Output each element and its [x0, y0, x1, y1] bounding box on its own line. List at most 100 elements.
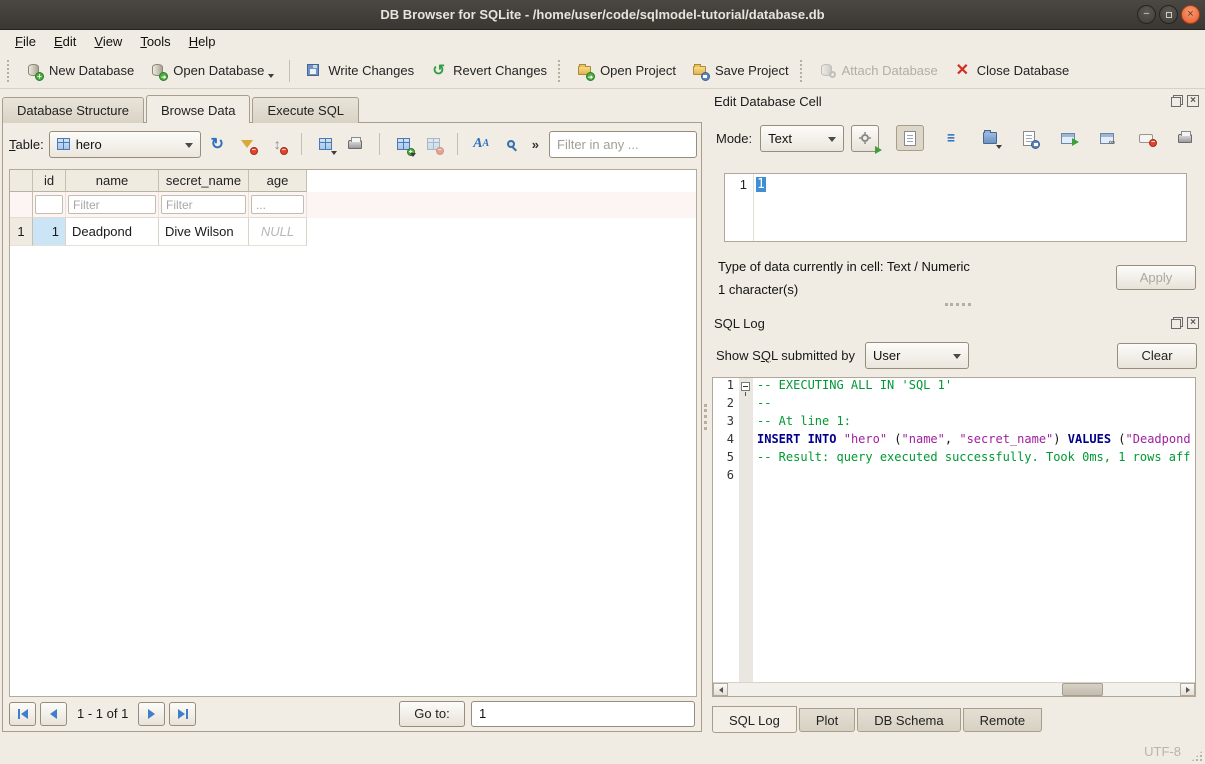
- encoding-indicator[interactable]: UTF-8: [1144, 744, 1181, 759]
- cell-id[interactable]: 1: [33, 218, 66, 246]
- find-in-table-button[interactable]: [498, 131, 525, 158]
- open-file-icon: [983, 132, 997, 144]
- last-record-button[interactable]: [169, 702, 196, 726]
- column-header-secret-name[interactable]: secret_name: [159, 170, 249, 192]
- clear-log-button[interactable]: Clear: [1117, 343, 1197, 369]
- open-database-caret-icon[interactable]: [268, 74, 274, 78]
- resize-grip-icon[interactable]: [1191, 750, 1203, 762]
- toolbar-drag-handle[interactable]: [800, 60, 805, 82]
- menu-file[interactable]: File: [6, 31, 45, 52]
- insert-record-button[interactable]: [390, 131, 417, 158]
- scrollbar-track[interactable]: [728, 683, 1180, 696]
- sql-log-view[interactable]: 1 -- EXECUTING ALL IN 'SQL 1' 2 -- 3 -- …: [712, 377, 1196, 697]
- first-icon: [21, 709, 28, 719]
- editor-content[interactable]: 1: [756, 177, 766, 192]
- export-data-button[interactable]: [1017, 126, 1041, 150]
- refresh-button[interactable]: ↻: [204, 131, 231, 158]
- set-null-button[interactable]: [1134, 126, 1158, 150]
- cell-editor[interactable]: 1 1: [724, 173, 1187, 242]
- log-horizontal-scrollbar[interactable]: [713, 682, 1195, 696]
- scroll-right-button[interactable]: [1180, 683, 1195, 696]
- column-header-id[interactable]: id: [33, 170, 66, 192]
- dock-close-icon[interactable]: [1187, 95, 1199, 107]
- filter-input-age[interactable]: [251, 195, 304, 214]
- tab-execute-sql[interactable]: Execute SQL: [252, 97, 359, 123]
- scroll-left-button[interactable]: [713, 683, 728, 696]
- print-cell-button[interactable]: [1173, 126, 1197, 150]
- minimize-button[interactable]: −: [1137, 5, 1156, 24]
- mode-select[interactable]: Text: [760, 125, 844, 152]
- toolbar-drag-handle[interactable]: [558, 60, 563, 82]
- clear-sorting-button[interactable]: ↕: [264, 131, 291, 158]
- tab-db-schema[interactable]: DB Schema: [857, 708, 960, 732]
- filter-input-name[interactable]: [68, 195, 156, 214]
- maximize-button[interactable]: [1159, 5, 1178, 24]
- tab-browse-data[interactable]: Browse Data: [146, 95, 250, 123]
- tab-sql-log[interactable]: SQL Log: [712, 706, 797, 733]
- cell-secret-name[interactable]: Dive Wilson: [159, 218, 249, 246]
- clear-filters-button[interactable]: [234, 131, 261, 158]
- menu-edit[interactable]: Edit: [45, 31, 85, 52]
- close-database-button[interactable]: ✕ Close Database: [946, 57, 1078, 84]
- fold-marker-icon[interactable]: [741, 382, 750, 391]
- titlebar[interactable]: DB Browser for SQLite - /home/user/code/…: [0, 0, 1205, 30]
- dock-close-icon[interactable]: [1187, 317, 1199, 329]
- row-header[interactable]: 1: [10, 218, 33, 246]
- cell-age[interactable]: NULL: [249, 218, 307, 246]
- word-wrap-button[interactable]: ≡: [939, 126, 963, 150]
- save-project-button[interactable]: Save Project: [684, 57, 797, 84]
- column-header-age[interactable]: age: [249, 170, 307, 192]
- open-in-external-button[interactable]: [1056, 126, 1080, 150]
- corner-header[interactable]: [10, 170, 33, 192]
- tab-plot[interactable]: Plot: [799, 708, 855, 732]
- tab-database-structure[interactable]: Database Structure: [2, 97, 144, 123]
- previous-record-button[interactable]: [40, 702, 67, 726]
- new-database-button[interactable]: New Database: [18, 57, 142, 84]
- menu-help[interactable]: Help: [180, 31, 225, 52]
- scrollbar-thumb[interactable]: [1062, 683, 1103, 696]
- sql-source-select[interactable]: User: [865, 342, 969, 369]
- toolbar-overflow-chevron[interactable]: »: [528, 137, 543, 152]
- open-database-button[interactable]: Open Database: [142, 57, 282, 84]
- import-data-button[interactable]: [978, 126, 1002, 150]
- scroll-right-icon: [1186, 687, 1190, 693]
- mode-label: Mode:: [716, 131, 752, 146]
- menu-view[interactable]: View: [85, 31, 131, 52]
- filter-any-column-input[interactable]: [549, 131, 697, 158]
- statusbar: UTF-8: [0, 737, 1205, 764]
- auto-apply-button[interactable]: [851, 125, 879, 152]
- export-table-button[interactable]: [312, 131, 339, 158]
- window-title: DB Browser for SQLite - /home/user/code/…: [380, 7, 824, 22]
- filter-input-secret-name[interactable]: [161, 195, 246, 214]
- tab-remote[interactable]: Remote: [963, 708, 1043, 732]
- close-button[interactable]: ×: [1181, 5, 1200, 24]
- font-settings-button[interactable]: AA: [468, 131, 495, 158]
- first-record-button[interactable]: [9, 702, 36, 726]
- print-table-button[interactable]: [342, 131, 369, 158]
- cell-name[interactable]: Deadpond: [66, 218, 159, 246]
- menu-tools[interactable]: Tools: [131, 31, 179, 52]
- toolbar-drag-handle[interactable]: [7, 60, 12, 82]
- table-label: Table:: [7, 137, 46, 152]
- copy-link-button[interactable]: [1095, 126, 1119, 150]
- dock-float-icon[interactable]: [1171, 95, 1183, 107]
- new-database-icon: [26, 62, 43, 79]
- text-mode-button[interactable]: [896, 125, 924, 151]
- revert-changes-button[interactable]: ↺ Revert Changes: [422, 57, 555, 84]
- log-line: 5 -- Result: query executed successfully…: [713, 450, 1195, 468]
- indent-icon: ≡: [947, 132, 955, 145]
- filter-input-id[interactable]: [35, 195, 63, 214]
- column-header-name[interactable]: name: [66, 170, 159, 192]
- link-icon: [1100, 133, 1114, 144]
- font-icon: A: [473, 137, 482, 151]
- write-changes-button[interactable]: Write Changes: [297, 57, 422, 84]
- goto-input[interactable]: [471, 701, 695, 727]
- open-project-button[interactable]: Open Project: [569, 57, 684, 84]
- next-record-button[interactable]: [138, 702, 165, 726]
- table-select[interactable]: hero: [49, 131, 201, 158]
- goto-button[interactable]: Go to:: [399, 701, 465, 727]
- dock-splitter-handle[interactable]: [945, 303, 971, 306]
- dock-float-icon[interactable]: [1171, 317, 1183, 329]
- font-icon-small: A: [483, 139, 490, 149]
- panel-splitter[interactable]: [702, 89, 710, 732]
